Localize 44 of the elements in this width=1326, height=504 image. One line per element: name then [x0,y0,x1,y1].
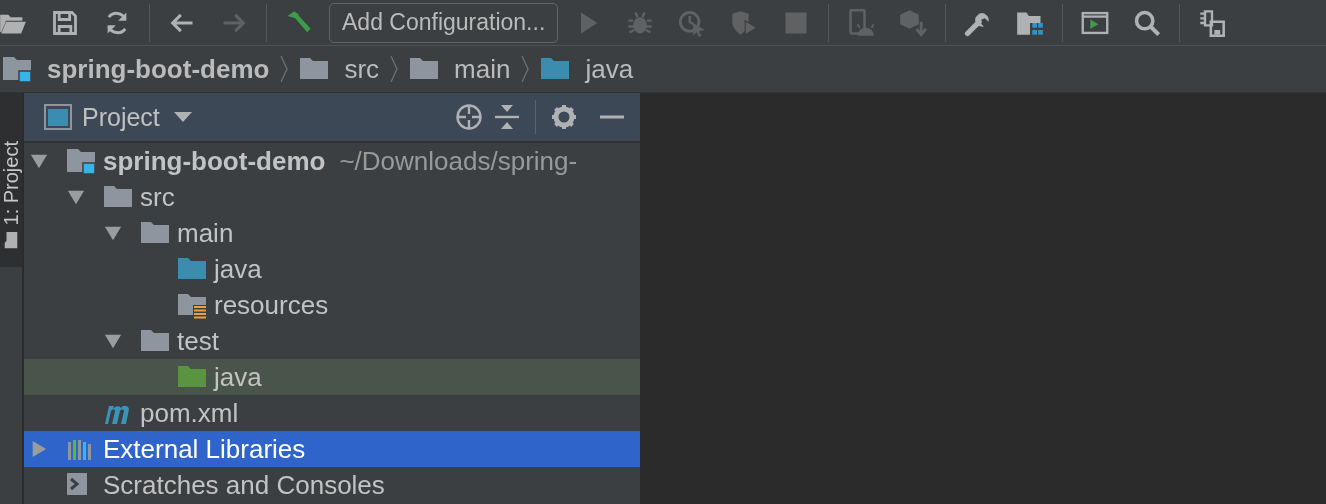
tree-item[interactable]: pom.xml [24,395,640,431]
search-icon[interactable] [1133,8,1162,37]
tree-item-label: External Libraries [103,433,306,465]
tree-item[interactable]: Scratches and Consoles [24,467,640,503]
breadcrumb-item[interactable]: src [344,53,380,85]
chevron-icon [520,54,531,84]
breadcrumb-item[interactable]: main [454,53,511,85]
tree-item-label: src [140,181,175,213]
crosshair-icon[interactable] [455,103,483,131]
tree-item[interactable]: java [24,251,640,287]
tree-item[interactable]: resources [24,287,640,323]
chevron-icon [279,54,290,84]
expanded-arrow-icon[interactable] [104,224,122,242]
project-tool-tab[interactable]: 1: Project [0,93,22,267]
breadcrumb-item[interactable]: java [585,53,634,85]
expanded-arrow-icon[interactable] [104,332,122,350]
tree-item[interactable]: spring-boot-demo ~/Downloads/spring- [24,143,640,179]
dropdown-caret-icon[interactable] [173,112,192,122]
project-path: ~/Downloads/spring- [339,145,578,177]
panel-window-icon [44,104,72,130]
chevron-icon [389,54,400,84]
tree-item-label: test [177,325,219,357]
tree-item-label: java [214,361,262,393]
tree-item-label: resources [214,289,329,321]
tree-item-label: java [214,253,262,285]
expanded-arrow-icon[interactable] [67,188,85,206]
tree-item[interactable]: External Libraries [24,431,640,467]
tree-item[interactable]: src [24,179,640,215]
add-configuration-button[interactable]: Add Configuration... [329,2,559,43]
tree-item-label: pom.xml [140,397,239,429]
breadcrumb-item[interactable]: spring-boot-demo [47,53,270,85]
settings-icon[interactable] [550,103,578,131]
module-folder-icon [66,146,96,176]
tree-item-label: main [177,217,234,249]
tree-item-label: Scratches and Consoles [103,469,385,501]
memory-save-icon[interactable] [1198,8,1227,37]
tree-item[interactable]: main [24,215,640,251]
tree-item[interactable]: java [24,359,640,395]
expanded-arrow-icon[interactable] [30,152,48,170]
panel-title[interactable]: Project [82,102,160,132]
save-icon[interactable] [51,8,79,37]
tree-item[interactable]: test [24,323,640,359]
tree-item-label: spring-boot-demo [103,145,326,177]
collapse-all-icon[interactable] [493,103,521,131]
